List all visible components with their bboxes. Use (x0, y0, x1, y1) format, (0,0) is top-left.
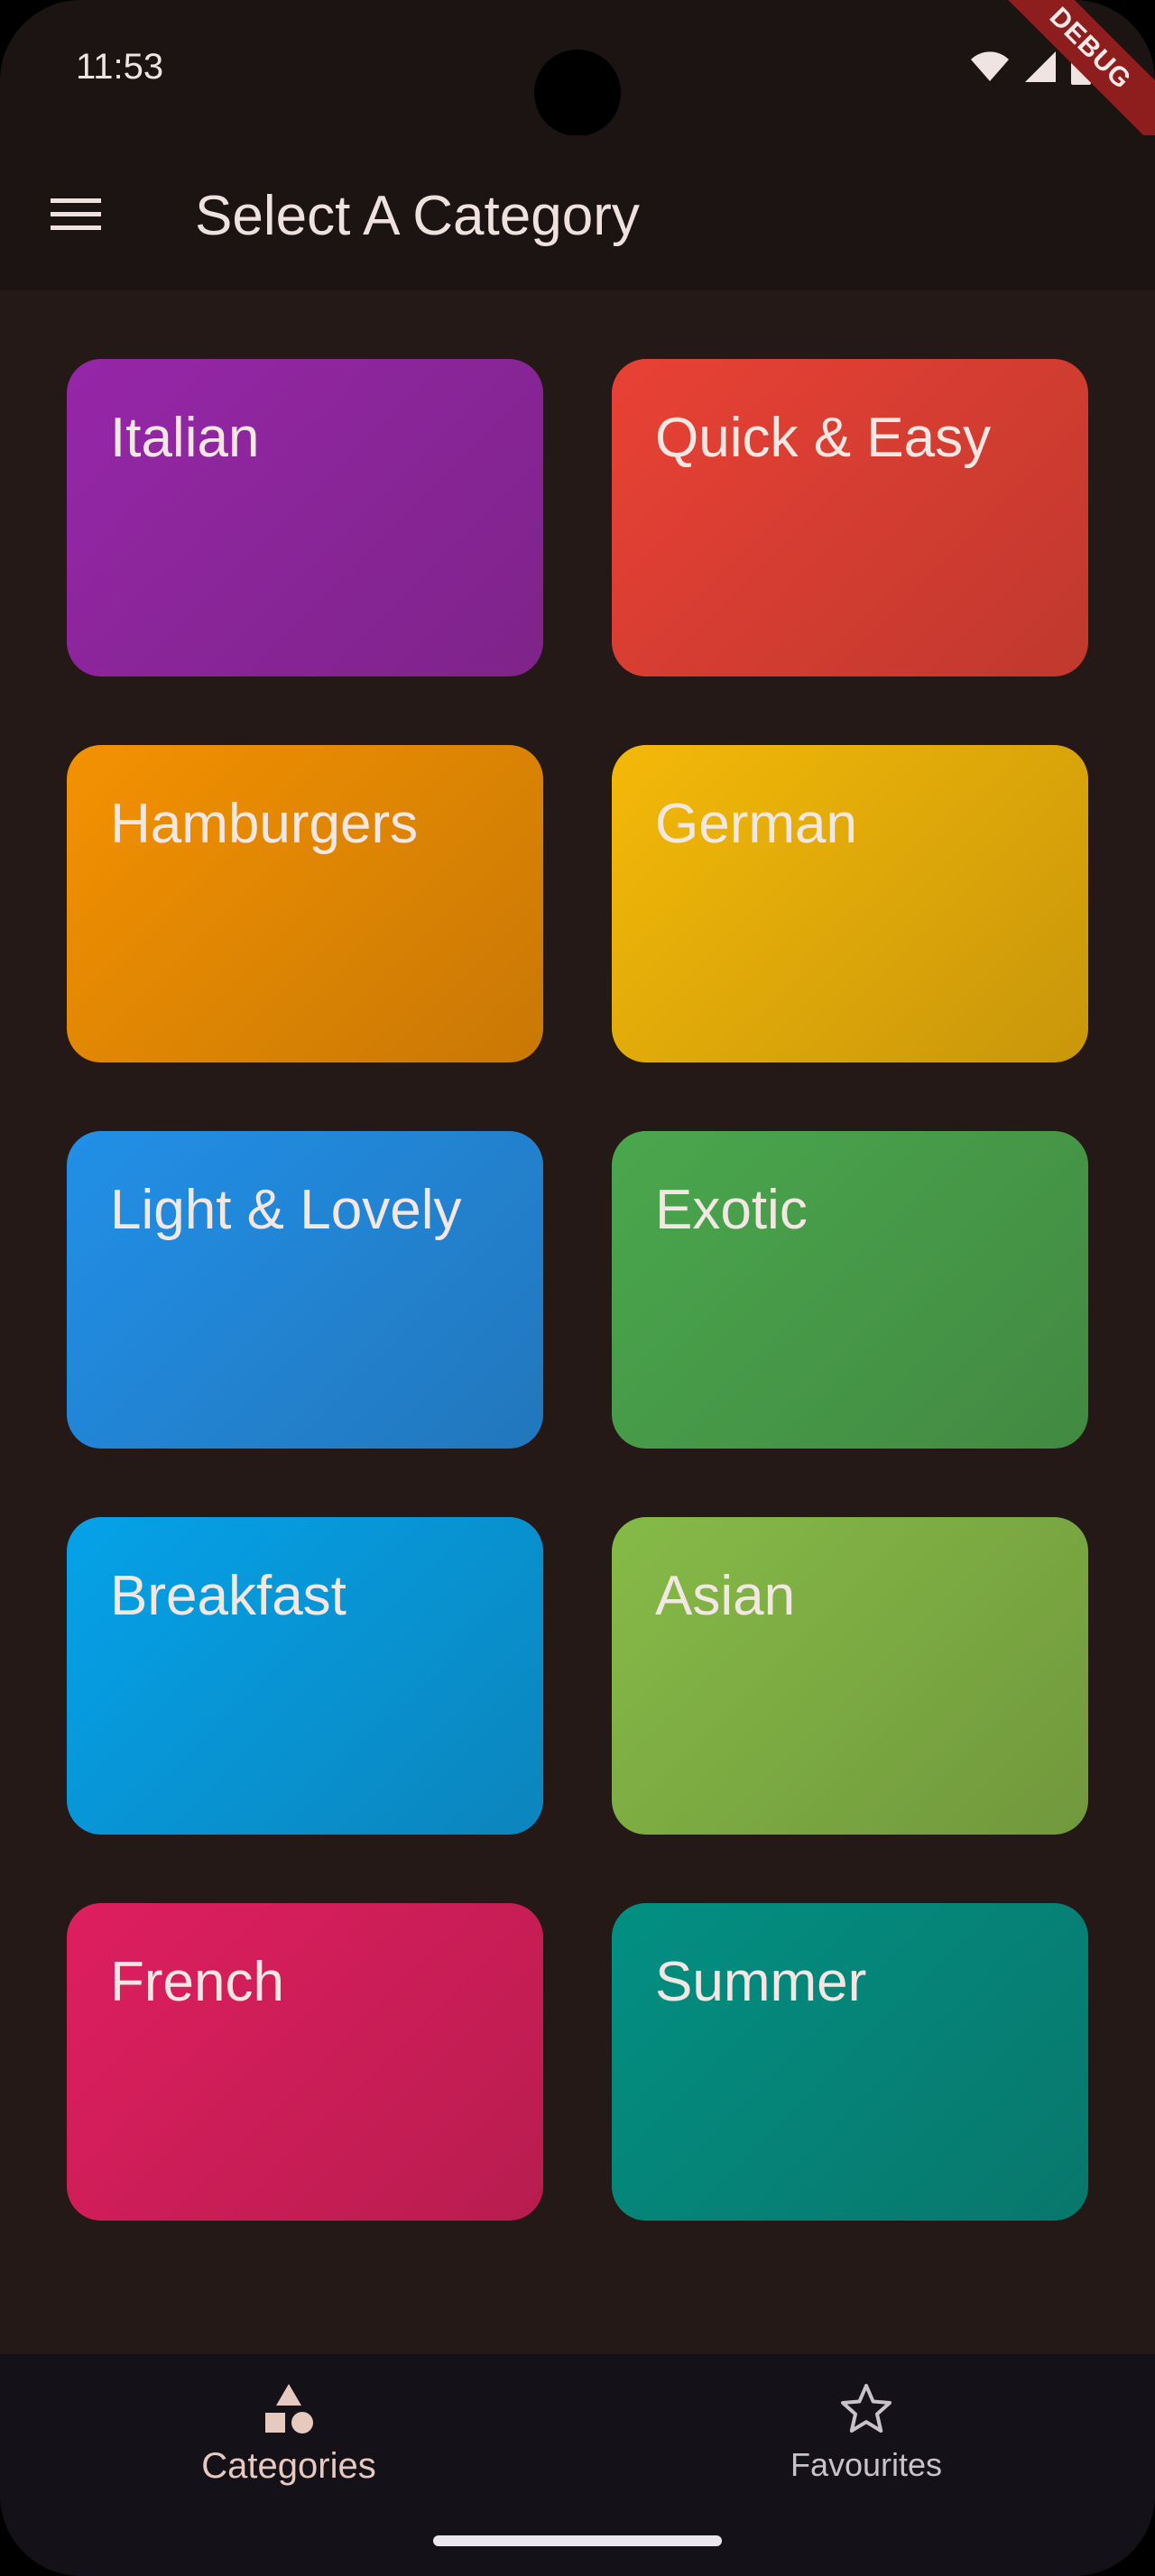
category-card-exotic[interactable]: Exotic (612, 1131, 1088, 1449)
category-label: Exotic (655, 1179, 808, 1241)
category-card-hamburgers[interactable]: Hamburgers (67, 745, 543, 1063)
nav-item-categories[interactable]: Categories (0, 2354, 578, 2535)
nav-item-favourites[interactable]: Favourites (578, 2354, 1155, 2535)
category-label: Summer (655, 1951, 867, 2013)
app-bar: Select A Category (0, 135, 1155, 290)
category-card-light-lovely[interactable]: Light & Lovely (67, 1131, 543, 1449)
status-bar: 11:53 DEBUG (0, 0, 1155, 149)
category-card-summer[interactable]: Summer (612, 1903, 1088, 2221)
category-label: Asian (655, 1565, 796, 1627)
category-label: Italian (110, 407, 260, 469)
page-title: Select A Category (195, 185, 640, 247)
category-label: Quick & Easy (655, 407, 992, 469)
home-indicator[interactable] (433, 2535, 722, 2546)
category-shapes-icon (257, 2378, 320, 2441)
cellular-signal-icon (1023, 50, 1058, 88)
category-card-breakfast[interactable]: Breakfast (67, 1517, 543, 1835)
category-grid: Italian Quick & Easy Hamburgers German L… (67, 359, 1088, 2221)
category-label: German (655, 793, 857, 855)
category-card-italian[interactable]: Italian (67, 359, 543, 676)
status-time: 11:53 (76, 47, 164, 87)
category-card-french[interactable]: French (67, 1903, 543, 2221)
star-outline-icon (835, 2378, 898, 2441)
phone-screen: 11:53 DEBUG Select A Category Italian Qu… (0, 0, 1155, 2576)
menu-button[interactable] (42, 182, 110, 251)
nav-label-categories: Categories (201, 2446, 376, 2486)
category-card-quick-easy[interactable]: Quick & Easy (612, 359, 1088, 676)
category-card-german[interactable]: German (612, 745, 1088, 1063)
category-label: Hamburgers (110, 793, 419, 855)
nav-label-favourites: Favourites (790, 2446, 943, 2483)
wifi-icon (969, 51, 1011, 87)
camera-cutout (534, 50, 621, 136)
category-label: French (110, 1951, 284, 2013)
hamburger-menu-icon (51, 197, 101, 237)
category-label: Breakfast (110, 1565, 346, 1627)
bottom-navigation-bar: Categories Favourites (0, 2354, 1155, 2576)
category-card-asian[interactable]: Asian (612, 1517, 1088, 1835)
category-label: Light & Lovely (110, 1179, 462, 1241)
